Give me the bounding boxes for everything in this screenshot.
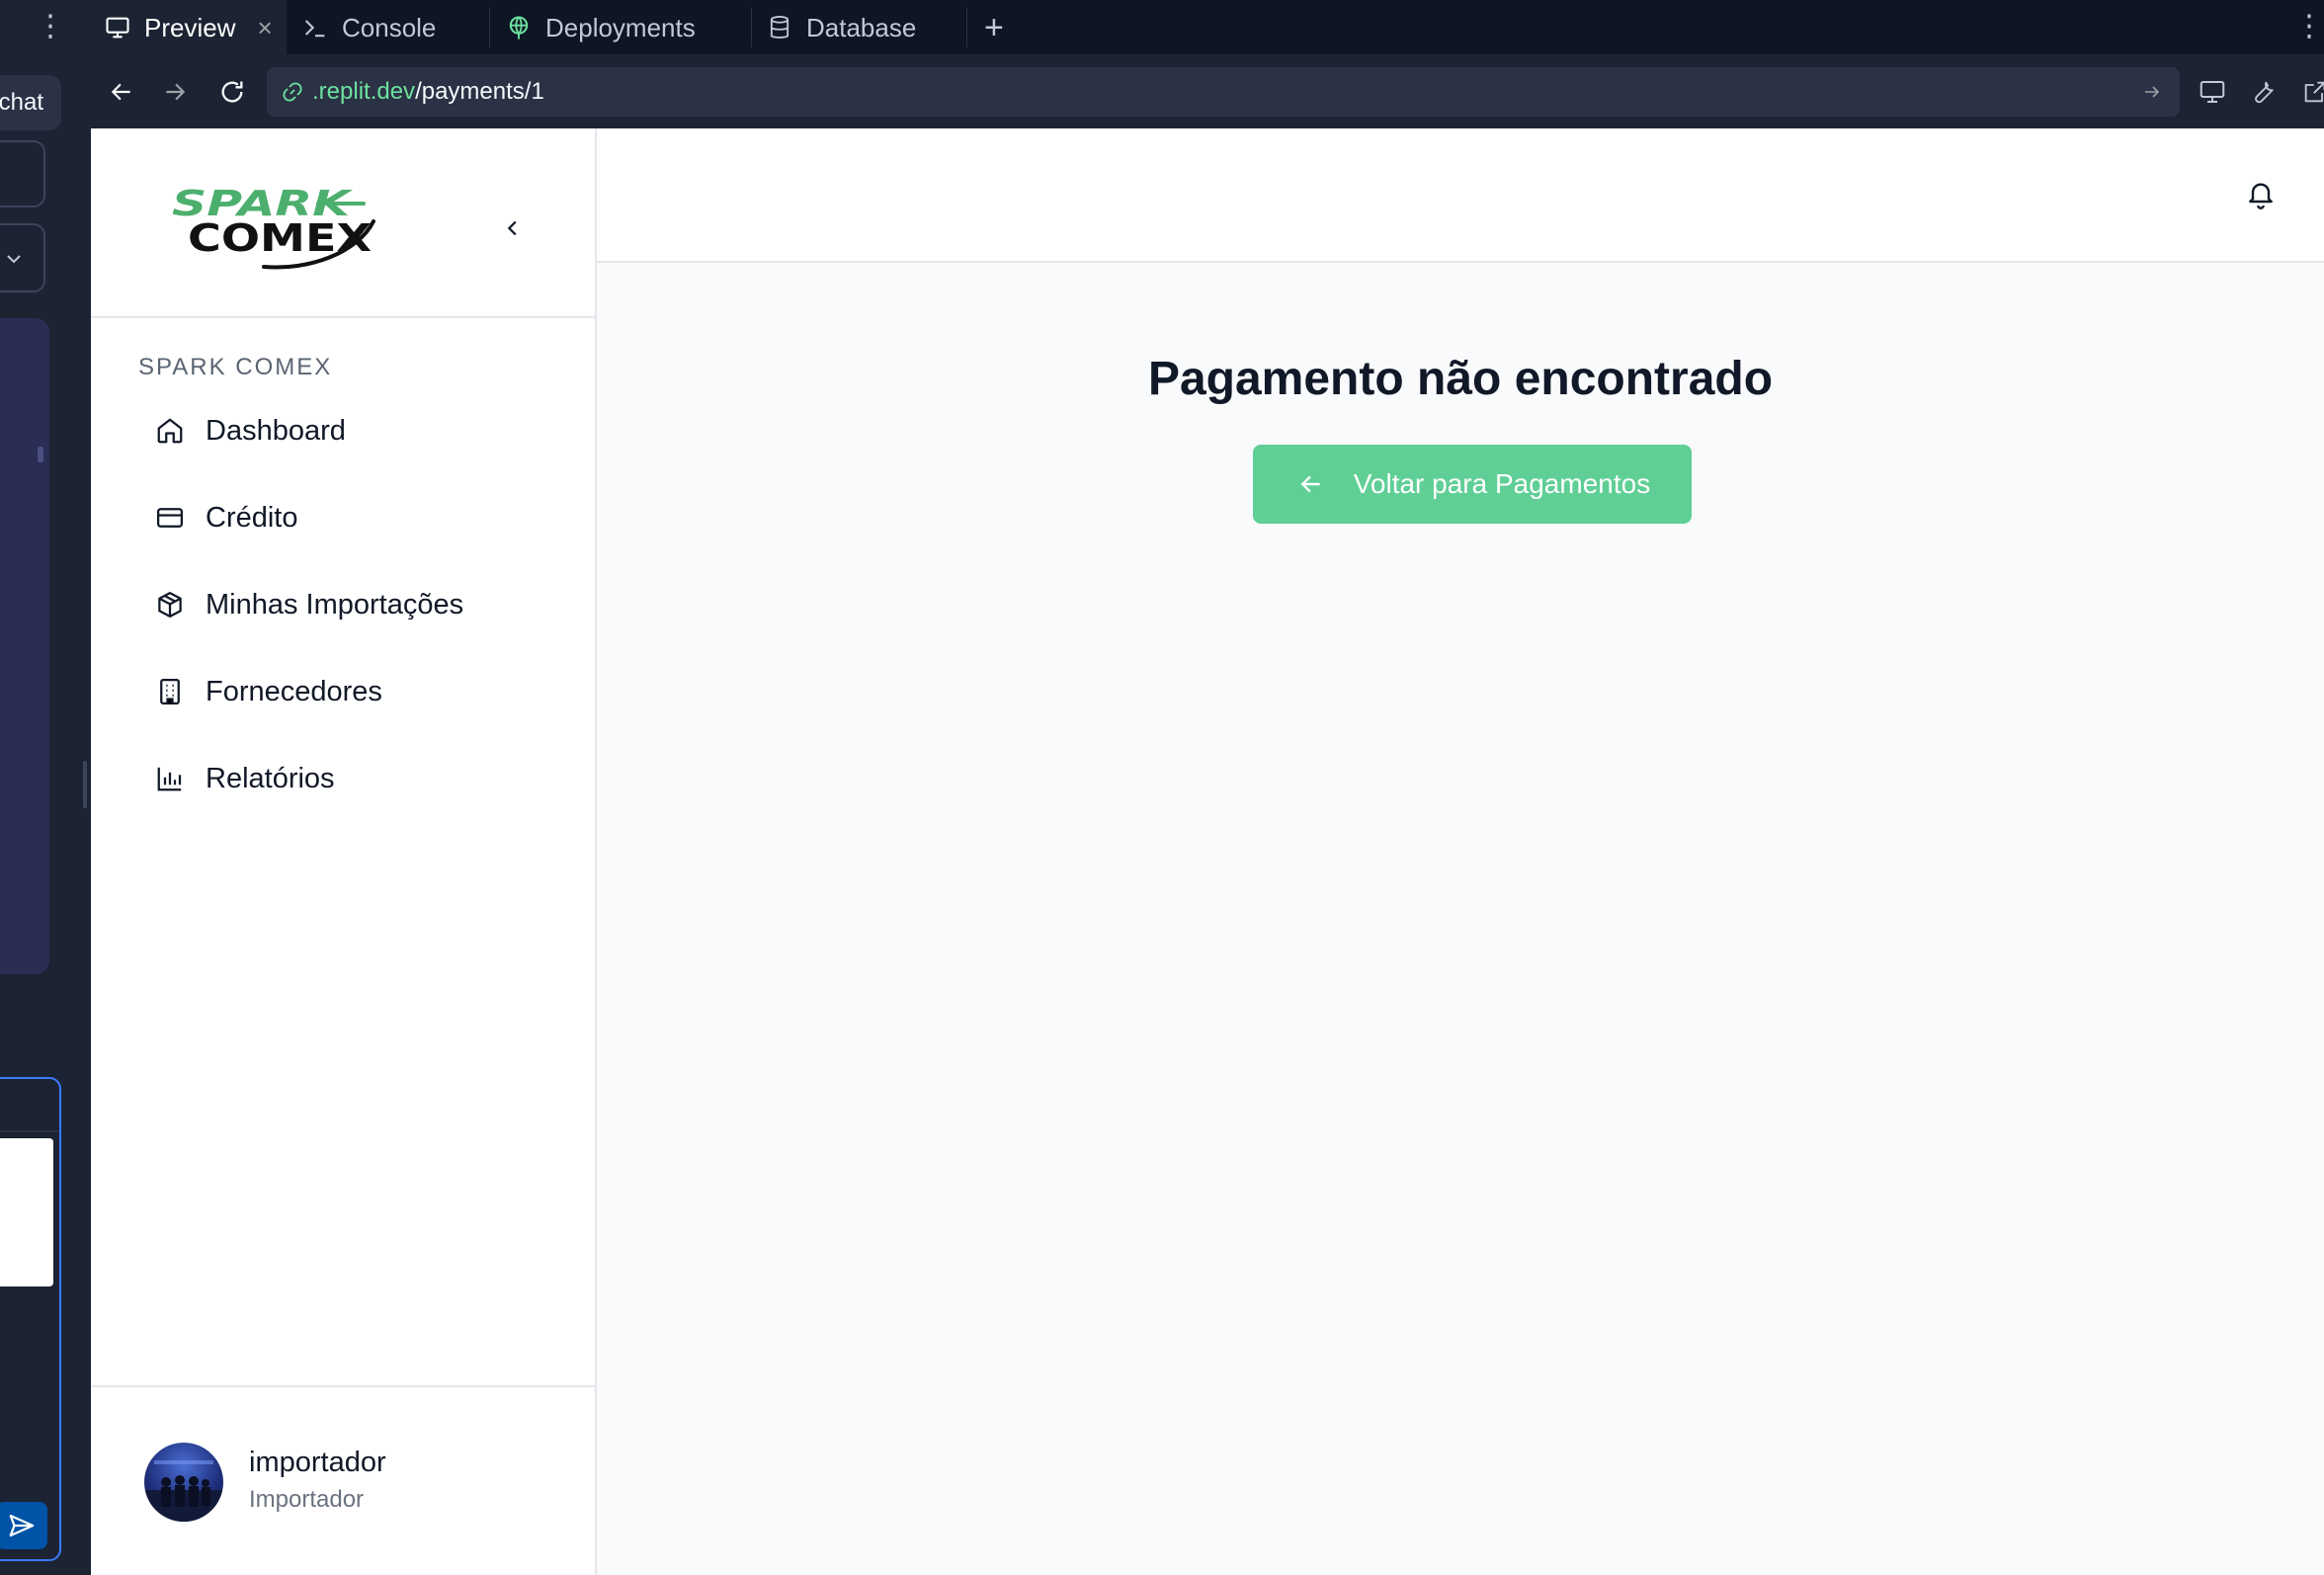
agent-panel	[0, 318, 49, 974]
arrow-right-icon[interactable]	[2140, 80, 2164, 104]
tab-deployments[interactable]: Deployments	[502, 0, 749, 55]
more-menu-icon[interactable]: ⋮	[2294, 12, 2324, 41]
more-menu-icon[interactable]: ⋮	[36, 12, 65, 41]
send-button[interactable]	[0, 1502, 47, 1549]
arrow-left-icon	[111, 83, 130, 101]
chat-label: chat	[0, 89, 43, 116]
spark-comex-logo[interactable]: SPARK COMEX	[170, 184, 381, 275]
send-icon	[9, 1514, 35, 1537]
url-path: /payments/1	[415, 78, 544, 105]
user-name: importador	[249, 1447, 386, 1478]
add-tab-button[interactable]: +	[984, 0, 1004, 55]
building-icon	[152, 674, 188, 709]
url-input[interactable]: .replit.dev/payments/1	[267, 67, 2180, 117]
chat-input-box[interactable]	[0, 1077, 61, 1561]
main-content: Pagamento não encontrado Voltar para Pag…	[597, 263, 2324, 1575]
avatar[interactable]	[144, 1443, 223, 1522]
close-icon[interactable]: ×	[257, 13, 272, 43]
user-profile[interactable]: importador Importador	[91, 1385, 595, 1575]
tab-label: Preview	[144, 12, 236, 42]
bar-chart-icon	[152, 761, 188, 796]
back-button-label: Voltar para Pagamentos	[1353, 468, 1651, 499]
sidebar-header: SPARK COMEX	[91, 128, 595, 318]
database-icon	[763, 11, 796, 44]
forward-button[interactable]	[156, 73, 194, 111]
tab-label: Console	[342, 12, 437, 42]
devtools-button[interactable]	[2194, 73, 2231, 111]
workspace-tab-bar: Preview × Console Deployments Database +…	[91, 0, 2324, 55]
reload-icon	[221, 81, 243, 103]
sidebar-item-label: Dashboard	[206, 414, 346, 447]
panel-field[interactable]	[0, 140, 45, 207]
wrench-icon	[2255, 81, 2274, 104]
tab-label: Database	[806, 12, 917, 42]
package-icon	[152, 587, 188, 622]
globe-icon	[502, 11, 536, 44]
sidebar-nav: Dashboard Crédito Minhas Importações For…	[138, 387, 549, 822]
sidebar-item-fornecedores[interactable]: Fornecedores	[138, 648, 549, 735]
top-header	[597, 128, 2324, 263]
tab-database[interactable]: Database	[763, 0, 960, 55]
sidebar: SPARK COMEX SPARK COMEX Dashboard Crédit…	[91, 128, 597, 1575]
resize-handle[interactable]	[83, 761, 87, 808]
url-host: .replit.dev	[312, 78, 416, 105]
sidebar-section-label: SPARK COMEX	[138, 354, 333, 380]
sidebar-item-relatorios[interactable]: Relatórios	[138, 735, 549, 822]
page-title: Pagamento não encontrado	[1147, 353, 1774, 405]
sidebar-item-label: Crédito	[206, 501, 298, 534]
arrow-left-icon	[1294, 467, 1328, 501]
sidebar-item-label: Fornecedores	[206, 675, 382, 707]
chat-button[interactable]: chat	[0, 75, 61, 130]
sidebar-item-label: Minhas Importações	[206, 588, 464, 621]
back-to-payments-button[interactable]: Voltar para Pagamentos	[1253, 445, 1692, 524]
tab-preview[interactable]: Preview ×	[91, 0, 287, 55]
workspace-left-panel: ⋮ chat	[0, 0, 91, 1575]
tab-console[interactable]: Console	[298, 0, 496, 55]
reload-button[interactable]	[213, 73, 251, 111]
collapse-sidebar-button[interactable]	[492, 207, 534, 249]
home-icon	[152, 413, 188, 449]
panel-select[interactable]	[0, 223, 45, 292]
arrow-right-icon	[166, 83, 186, 101]
monitor-icon	[2200, 81, 2225, 103]
tools-button[interactable]	[2245, 73, 2282, 111]
chat-input-area[interactable]	[0, 1138, 53, 1286]
monitor-icon	[101, 11, 134, 44]
sidebar-item-credito[interactable]: Crédito	[138, 474, 549, 561]
credit-card-icon	[152, 500, 188, 536]
app-preview: SPARK COMEX SPARK COMEX Dashboard Crédit…	[91, 128, 2324, 1575]
user-role: Importador	[249, 1486, 365, 1513]
logo-bottom-text: COMEX	[188, 216, 372, 260]
sidebar-item-minhas-importacoes[interactable]: Minhas Importações	[138, 561, 549, 648]
external-link-icon	[2304, 81, 2324, 103]
chevron-down-icon	[7, 255, 21, 264]
tab-label: Deployments	[545, 12, 696, 42]
terminal-icon	[298, 11, 332, 44]
back-button[interactable]	[103, 73, 140, 111]
notifications-button[interactable]	[2241, 174, 2281, 213]
open-new-tab-button[interactable]	[2296, 73, 2324, 111]
browser-url-bar: .replit.dev/payments/1	[91, 55, 2324, 128]
sidebar-item-dashboard[interactable]: Dashboard	[138, 387, 549, 474]
sidebar-item-label: Relatórios	[206, 762, 335, 794]
bell-icon	[2249, 183, 2273, 209]
chevron-left-icon	[507, 220, 517, 236]
link-icon	[283, 82, 302, 102]
